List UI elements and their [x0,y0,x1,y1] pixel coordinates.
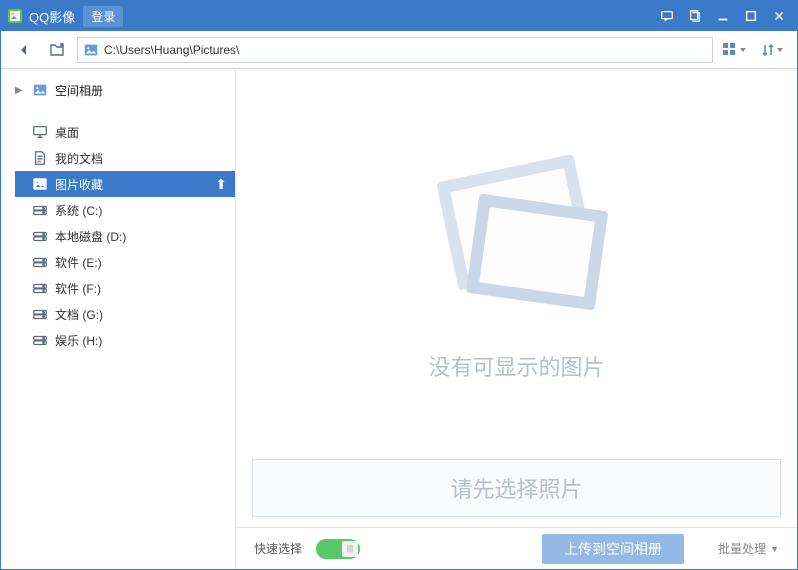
drive-icon [31,279,49,297]
maximize-button[interactable] [737,2,765,30]
pictures-icon [31,175,49,193]
image-empty-area: 没有可显示的图片 [236,69,797,459]
drive-icon [31,253,49,271]
sidebar-item-2[interactable]: 图片收藏 ⬆ [15,171,235,197]
titlebar: QQ影像 登录 [1,1,797,31]
sidebar-item-4[interactable]: 本地磁盘 (D:) [15,223,235,249]
sidebar-item-6[interactable]: 软件 (F:) [15,275,235,301]
album-icon [31,81,49,99]
action-bar: 快速选择 ||| 上传到空间相册 批量处理 ▼ [236,527,797,569]
sidebar-item-label: 本地磁盘 (D:) [55,228,126,245]
sidebar-item-label: 桌面 [55,124,79,141]
copy-icon[interactable] [681,2,709,30]
batch-process-button[interactable]: 批量处理 ▼ [718,540,779,557]
picture-folder-icon [82,41,100,59]
view-mode-button[interactable] [717,36,751,64]
sort-button[interactable] [755,36,789,64]
arrow-up-icon: ⬆ [215,176,227,193]
sidebar-item-5[interactable]: 软件 (E:) [15,249,235,275]
select-photos-prompt[interactable]: 请先选择照片 [252,459,781,517]
drive-icon [31,331,49,349]
sidebar-item-label: 文档 (G:) [55,306,103,323]
empty-pictures-icon [407,147,627,332]
toolbar: C:\Users\Huang\Pictures\ [1,31,797,69]
sidebar: ▶ 空间相册 桌面我的文档图片收藏 ⬆ 系统 (C:) 本地磁盘 (D:) 软件 (E:… [1,69,236,569]
doc-icon [31,149,49,167]
sidebar-item-label: 娱乐 (H:) [55,332,102,349]
toggle-thumb: ||| [342,541,358,557]
sidebar-item-label: 我的文档 [55,150,103,167]
content-area: 没有可显示的图片 请先选择照片 快速选择 ||| 上传到空间相册 批量处理 ▼ [236,69,797,569]
path-input[interactable]: C:\Users\Huang\Pictures\ [77,37,713,63]
sidebar-root-album[interactable]: ▶ 空间相册 [1,77,235,103]
sidebar-item-label: 软件 (F:) [55,280,101,297]
feedback-icon[interactable] [653,2,681,30]
quick-select-toggle[interactable]: ||| [316,539,360,559]
caret-right-icon: ▶ [15,85,25,96]
quick-select-label: 快速选择 [254,540,302,557]
sidebar-item-8[interactable]: 娱乐 (H:) [15,327,235,353]
login-button[interactable]: 登录 [83,6,123,27]
main-area: ▶ 空间相册 桌面我的文档图片收藏 ⬆ 系统 (C:) 本地磁盘 (D:) 软件 (E:… [1,69,797,569]
select-prompt-text: 请先选择照片 [450,472,582,504]
app-logo-icon [7,8,23,24]
sidebar-item-1[interactable]: 我的文档 [15,145,235,171]
caret-down-icon: ▼ [770,544,779,554]
path-text: C:\Users\Huang\Pictures\ [104,43,708,57]
up-folder-button[interactable] [43,36,73,64]
sidebar-item-label: 图片收藏 [55,176,103,193]
batch-label: 批量处理 [718,540,766,557]
sidebar-item-label: 软件 (E:) [55,254,102,271]
sidebar-item-0[interactable]: 桌面 [15,119,235,145]
drive-icon [31,305,49,323]
close-button[interactable] [765,2,793,30]
sidebar-item-7[interactable]: 文档 (G:) [15,301,235,327]
empty-text: 没有可显示的图片 [428,350,604,382]
sidebar-item-3[interactable]: 系统 (C:) [15,197,235,223]
sidebar-locations: 桌面我的文档图片收藏 ⬆ 系统 (C:) 本地磁盘 (D:) 软件 (E:) 软件 (F:… [1,119,235,353]
drive-icon [31,227,49,245]
upload-button[interactable]: 上传到空间相册 [542,534,684,564]
desktop-icon [31,123,49,141]
minimize-button[interactable] [709,2,737,30]
sidebar-root-label: 空间相册 [55,82,103,99]
sidebar-item-label: 系统 (C:) [55,202,102,219]
drive-icon [31,201,49,219]
back-button[interactable] [9,36,39,64]
app-title: QQ影像 [29,7,75,26]
